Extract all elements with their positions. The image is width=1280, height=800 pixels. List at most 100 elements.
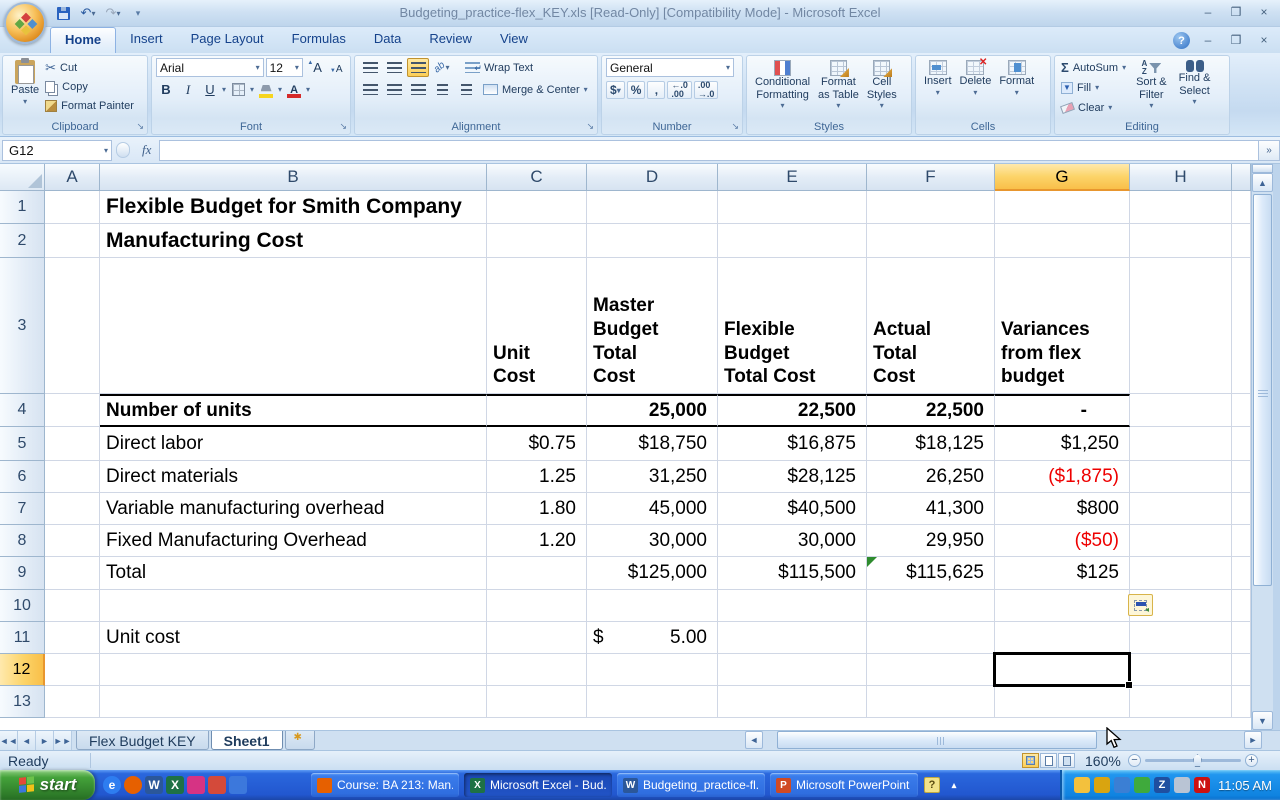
cell-B1[interactable]: Flexible Budget for Smith Company <box>100 191 487 224</box>
cell-G11[interactable] <box>995 622 1130 654</box>
cell-C8[interactable]: 1.20 <box>487 525 587 557</box>
cell-A9[interactable] <box>45 557 100 590</box>
cell-G6[interactable]: ($1,875) <box>995 461 1130 493</box>
cell-D1[interactable] <box>587 191 718 224</box>
cell-G3[interactable]: Variances from flex budget <box>995 258 1130 394</box>
row-header-1[interactable]: 1 <box>0 191 45 224</box>
word-icon[interactable]: W <box>145 776 163 794</box>
bold-button[interactable]: B <box>156 80 176 99</box>
formula-input[interactable] <box>159 140 1258 161</box>
paste-button[interactable]: Paste▾ <box>7 58 43 115</box>
sheet-tab-flex-budget-key[interactable]: Flex Budget KEY <box>76 731 209 750</box>
fill-button[interactable]: ▼Fill▾ <box>1059 78 1128 97</box>
cell-F6[interactable]: 26,250 <box>867 461 995 493</box>
cell-D5[interactable]: $18,750 <box>587 427 718 461</box>
formula-bar-expand-button[interactable]: » <box>1258 140 1280 161</box>
align-right-button[interactable] <box>407 80 429 99</box>
conditional-formatting-button[interactable]: Conditional Formatting▾ <box>751 58 814 119</box>
autosum-button[interactable]: ΣAutoSum▾ <box>1059 58 1128 77</box>
vertical-scrollbar[interactable]: ▲ ▼ <box>1251 164 1273 730</box>
tab-page-layout[interactable]: Page Layout <box>177 27 278 53</box>
zoom-level[interactable]: 160% <box>1085 753 1121 769</box>
row-header-3[interactable]: 3 <box>0 258 45 394</box>
cell-B11[interactable]: Unit cost <box>100 622 487 654</box>
cell-A3[interactable] <box>45 258 100 394</box>
scroll-up-button[interactable]: ▲ <box>1252 173 1273 192</box>
column-header-C[interactable]: C <box>487 164 587 191</box>
clipboard-dialog-launcher[interactable]: ↘ <box>136 121 144 132</box>
cell-E11[interactable] <box>718 622 867 654</box>
zoom-slider[interactable] <box>1145 759 1241 762</box>
cell-D11[interactable]: $5.00 <box>587 622 718 654</box>
name-box[interactable]: G12▾ <box>2 140 112 161</box>
row-header-2[interactable]: 2 <box>0 224 45 258</box>
cell-D2[interactable] <box>587 224 718 258</box>
row-header-12[interactable]: 12 <box>0 654 45 686</box>
mail-icon[interactable] <box>208 776 226 794</box>
cell-E8[interactable]: 30,000 <box>718 525 867 557</box>
cell-H4[interactable] <box>1130 394 1232 427</box>
insert-worksheet-tab[interactable] <box>285 731 315 750</box>
insert-cells-button[interactable]: Insert▾ <box>920 58 956 119</box>
help-notification-icon[interactable]: ? <box>924 777 940 793</box>
tab-review[interactable]: Review <box>415 27 486 53</box>
cell-E12[interactable] <box>718 654 867 686</box>
cell-H11[interactable] <box>1130 622 1232 654</box>
zoom-in-button[interactable]: + <box>1245 754 1258 767</box>
cell-F2[interactable] <box>867 224 995 258</box>
scroll-left-button[interactable]: ◄ <box>745 731 763 749</box>
cell-B6[interactable]: Direct materials <box>100 461 487 493</box>
format-cells-button[interactable]: Format▾ <box>995 58 1038 119</box>
cell-A6[interactable] <box>45 461 100 493</box>
security-key-icon[interactable] <box>1114 777 1130 793</box>
cell-F7[interactable]: 41,300 <box>867 493 995 525</box>
cell-E6[interactable]: $28,125 <box>718 461 867 493</box>
cell-partial-3[interactable] <box>1232 258 1251 394</box>
cell-C13[interactable] <box>487 686 587 718</box>
cell-D3[interactable]: Master Budget Total Cost <box>587 258 718 394</box>
cell-B12[interactable] <box>100 654 487 686</box>
shrink-font-button[interactable] <box>326 58 346 77</box>
cell-E1[interactable] <box>718 191 867 224</box>
fill-color-button[interactable] <box>256 80 276 99</box>
cell-A10[interactable] <box>45 590 100 622</box>
cell-F9[interactable]: $115,625 <box>867 557 995 590</box>
font-name-combo[interactable]: Arial▾ <box>156 58 264 77</box>
column-header-partial[interactable] <box>1232 164 1251 191</box>
italic-button[interactable]: I <box>178 80 198 99</box>
messenger-face-icon[interactable] <box>1074 777 1090 793</box>
column-header-A[interactable]: A <box>45 164 100 191</box>
cell-E3[interactable]: Flexible Budget Total Cost <box>718 258 867 394</box>
cell-H8[interactable] <box>1130 525 1232 557</box>
row-header-4[interactable]: 4 <box>0 394 45 427</box>
cell-partial-7[interactable] <box>1232 493 1251 525</box>
cell-G7[interactable]: $800 <box>995 493 1130 525</box>
middle-align-button[interactable] <box>383 58 405 77</box>
page-break-view-button[interactable] <box>1058 753 1075 768</box>
format-painter-button[interactable]: Format Painter <box>43 96 136 115</box>
grow-font-button[interactable] <box>305 58 325 77</box>
cell-C12[interactable] <box>487 654 587 686</box>
merge-center-button[interactable]: Merge & Center▾ <box>481 80 590 99</box>
copy-button[interactable]: Copy <box>43 77 136 96</box>
cell-B9[interactable]: Total <box>100 557 487 590</box>
minimize-button[interactable]: – <box>1198 4 1218 20</box>
cell-H1[interactable] <box>1130 191 1232 224</box>
internet-explorer-icon[interactable]: e <box>103 776 121 794</box>
cell-A1[interactable] <box>45 191 100 224</box>
cell-E5[interactable]: $16,875 <box>718 427 867 461</box>
cell-styles-button[interactable]: Cell Styles▾ <box>863 58 901 119</box>
row-header-8[interactable]: 8 <box>0 525 45 557</box>
cell-F5[interactable]: $18,125 <box>867 427 995 461</box>
excel-icon[interactable]: X <box>166 776 184 794</box>
cell-partial-12[interactable] <box>1232 654 1251 686</box>
cell-G5[interactable]: $1,250 <box>995 427 1130 461</box>
cell-C2[interactable] <box>487 224 587 258</box>
cell-partial-5[interactable] <box>1232 427 1251 461</box>
cell-G13[interactable] <box>995 686 1130 718</box>
firefox-icon[interactable] <box>124 776 142 794</box>
number-dialog-launcher[interactable]: ↘ <box>731 121 739 132</box>
cell-G1[interactable] <box>995 191 1130 224</box>
alignment-dialog-launcher[interactable]: ↘ <box>586 121 594 132</box>
task-button-excel[interactable]: XMicrosoft Excel - Bud... <box>464 773 612 797</box>
